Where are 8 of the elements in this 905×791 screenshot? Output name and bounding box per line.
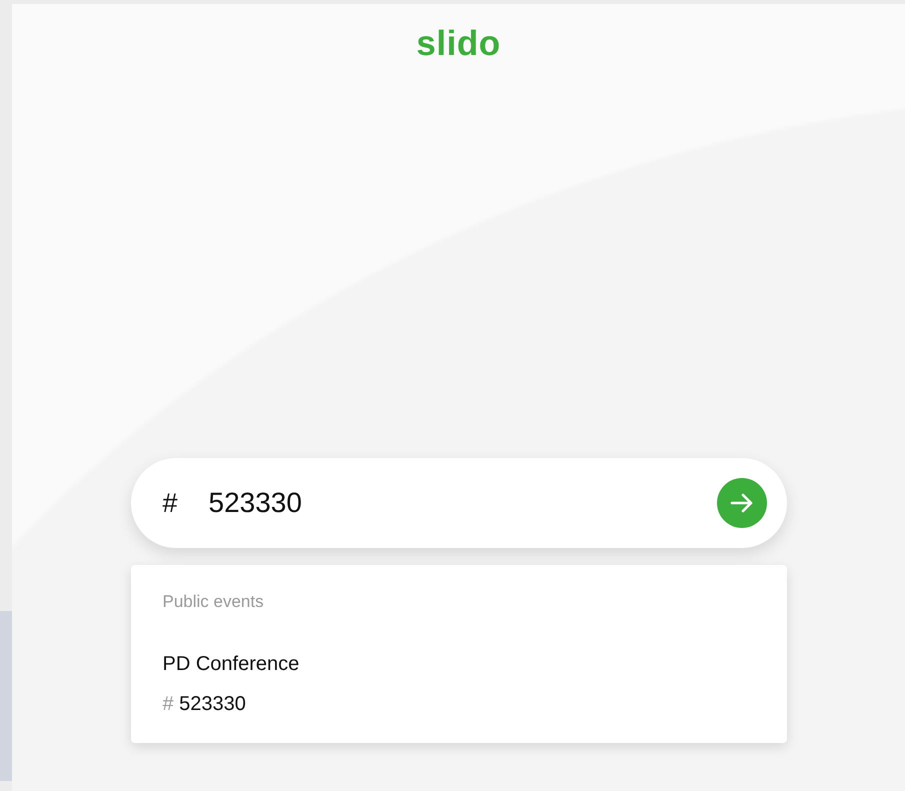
logo: slido	[416, 24, 501, 64]
submit-button[interactable]	[716, 478, 766, 528]
event-code: # 523330	[162, 692, 247, 716]
hash-prefix: #	[162, 486, 179, 520]
event-code-field[interactable]: # 523330	[130, 458, 786, 548]
event-code-input[interactable]: 523330	[208, 482, 716, 524]
section-heading: Public events	[162, 591, 265, 613]
event-name[interactable]: PD Conference	[162, 648, 754, 678]
